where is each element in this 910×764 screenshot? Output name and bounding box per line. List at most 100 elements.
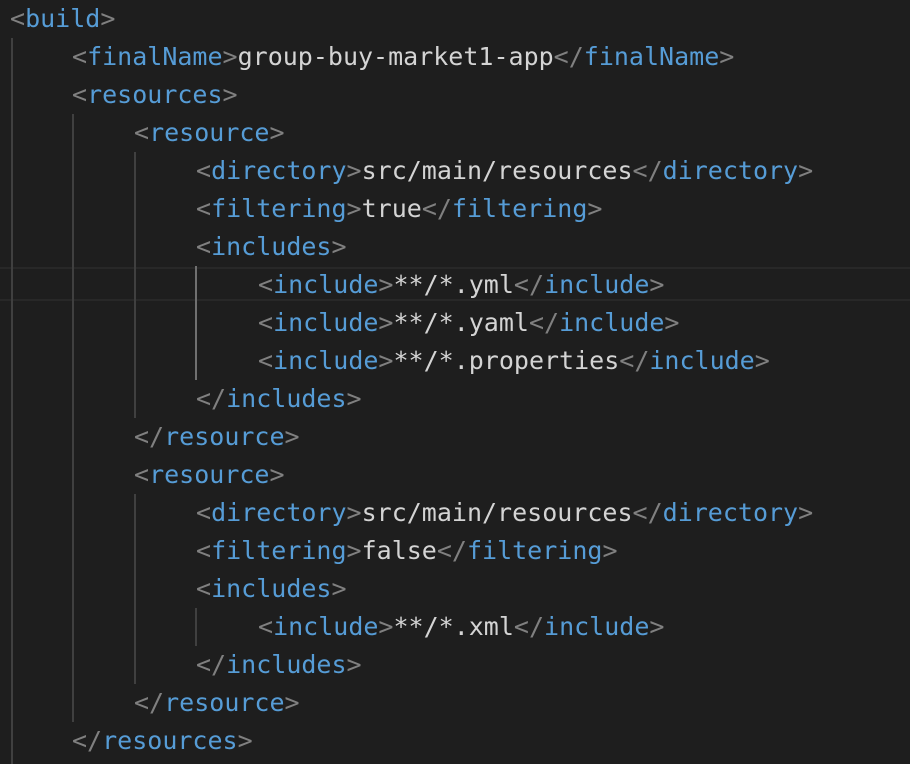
close-tag-name: include (649, 346, 755, 375)
code-line[interactable]: <filtering>false</filtering> (0, 532, 910, 570)
tag-bracket: < (196, 498, 212, 527)
tag-bracket: < (258, 308, 274, 337)
close-tag-name: include (544, 612, 650, 641)
code-line[interactable]: <resource> (0, 456, 910, 494)
element-value: src/main/resources (361, 498, 633, 527)
tag-bracket: > (346, 194, 362, 223)
tag-bracket: > (754, 346, 770, 375)
close-tag-name: include (544, 270, 650, 299)
tag-bracket: > (378, 270, 394, 299)
tag-bracket: </ (619, 346, 650, 375)
tag-bracket: > (378, 308, 394, 337)
open-tag-name: includes (211, 574, 332, 603)
tag-bracket: < (258, 346, 274, 375)
code-line[interactable]: <directory>src/main/resources</directory… (0, 494, 910, 532)
open-tag-name: resource (149, 118, 270, 147)
open-tag-name: resources (87, 80, 223, 109)
tag-bracket: </ (72, 726, 103, 755)
tag-bracket: < (196, 194, 212, 223)
tag-bracket: < (72, 80, 88, 109)
code-line[interactable]: <include>**/*.properties</include> (0, 342, 910, 380)
close-tag-name: includes (226, 650, 347, 679)
open-tag-name: includes (211, 232, 332, 261)
code-editor[interactable]: <build> <finalName>group-buy-market1-app<… (0, 0, 910, 764)
tag-bracket: < (196, 574, 212, 603)
element-value: group-buy-market1-app (237, 42, 554, 71)
tag-bracket: > (284, 688, 300, 717)
tag-bracket: </ (421, 194, 452, 223)
tag-bracket: > (237, 726, 253, 755)
element-value: **/*.yml (393, 270, 514, 299)
code-line[interactable]: <includes> (0, 228, 910, 266)
tag-bracket: > (378, 612, 394, 641)
code-line[interactable]: </resource> (0, 418, 910, 456)
tag-bracket: < (196, 156, 212, 185)
element-value: **/*.xml (393, 612, 514, 641)
open-tag-name: filtering (211, 194, 347, 223)
open-tag-name: include (273, 612, 379, 641)
tag-bracket: < (196, 232, 212, 261)
tag-bracket: </ (553, 42, 584, 71)
element-value: src/main/resources (361, 156, 633, 185)
tag-bracket: > (346, 384, 362, 413)
code-line[interactable]: <include>**/*.yaml</include> (0, 304, 910, 342)
close-tag-name: finalName (583, 42, 720, 71)
close-tag-name: resource (164, 422, 285, 451)
open-tag-name: finalName (87, 42, 223, 71)
tag-bracket: < (134, 460, 150, 489)
tag-bracket: </ (134, 688, 165, 717)
tag-bracket: < (134, 118, 150, 147)
code-line[interactable]: </includes> (0, 380, 910, 418)
code-line[interactable]: <includes> (0, 570, 910, 608)
tag-bracket: > (587, 194, 603, 223)
open-tag-name: resource (149, 460, 270, 489)
code-line[interactable]: </includes> (0, 646, 910, 684)
element-value: **/*.yaml (393, 308, 529, 337)
tag-bracket: > (649, 270, 665, 299)
code-line[interactable]: <directory>src/main/resources</directory… (0, 152, 910, 190)
tag-bracket: < (258, 612, 274, 641)
open-tag-name: include (273, 308, 379, 337)
tag-bracket: < (10, 4, 26, 33)
code-line[interactable]: </resources> (0, 722, 910, 760)
code-line[interactable]: <build> (0, 0, 910, 38)
close-tag-name: directory (662, 498, 799, 527)
tag-bracket: < (258, 270, 274, 299)
tag-bracket: > (719, 42, 735, 71)
tag-bracket: > (346, 498, 362, 527)
tag-bracket: > (269, 118, 285, 147)
code-line[interactable]: <resource> (0, 114, 910, 152)
code-line[interactable]: </resource> (0, 684, 910, 722)
close-tag-name: include (559, 308, 665, 337)
tag-bracket: > (331, 574, 347, 603)
tag-bracket: > (664, 308, 680, 337)
close-tag-name: resource (164, 688, 285, 717)
open-tag-name: build (25, 4, 101, 33)
tag-bracket: </ (632, 498, 663, 527)
code-line[interactable]: <finalName>group-buy-market1-app</finalN… (0, 38, 910, 76)
code-line[interactable]: <include>**/*.xml</include> (0, 608, 910, 646)
tag-bracket: > (346, 650, 362, 679)
tag-bracket: > (602, 536, 618, 565)
tag-bracket: </ (528, 308, 560, 337)
tag-bracket: > (100, 4, 116, 33)
code-line[interactable]: <filtering>true</filtering> (0, 190, 910, 228)
tag-bracket: </ (196, 384, 227, 413)
tag-bracket: > (222, 80, 238, 109)
tag-bracket: </ (436, 536, 467, 565)
tag-bracket: > (269, 460, 285, 489)
tag-bracket: < (196, 536, 212, 565)
element-value: **/*.properties (393, 346, 620, 375)
tag-bracket: </ (513, 612, 545, 641)
open-tag-name: filtering (211, 536, 347, 565)
tag-bracket: > (346, 156, 362, 185)
tag-bracket: </ (134, 422, 165, 451)
code-line[interactable]: <resources> (0, 76, 910, 114)
close-tag-name: filtering (451, 194, 588, 223)
close-tag-name: resources (102, 726, 238, 755)
tag-bracket: </ (513, 270, 545, 299)
close-tag-name: filtering (466, 536, 603, 565)
element-value: true (361, 194, 422, 223)
code-line[interactable]: <include>**/*.yml</include> (0, 266, 910, 304)
close-tag-name: directory (662, 156, 799, 185)
